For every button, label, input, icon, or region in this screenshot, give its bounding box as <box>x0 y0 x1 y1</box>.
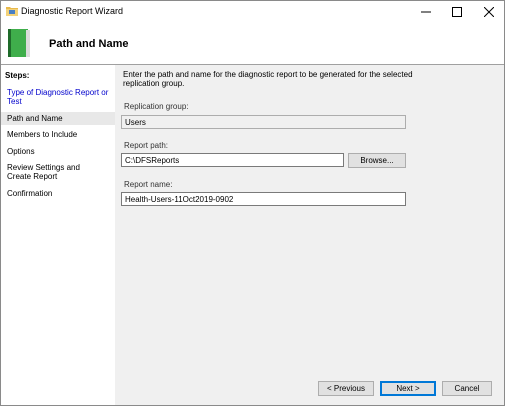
cancel-button[interactable]: Cancel <box>442 381 492 396</box>
replication-group-label: Replication group: <box>124 102 189 111</box>
maximize-button[interactable] <box>442 1 472 22</box>
previous-button[interactable]: < Previous <box>318 381 374 396</box>
replication-group-field: Users <box>121 115 406 129</box>
step-path-and-name: Path and Name <box>1 112 115 125</box>
steps-panel: Steps: Type of Diagnostic Report or Test… <box>1 65 115 405</box>
next-button[interactable]: Next > <box>380 381 436 396</box>
report-name-label: Report name: <box>124 180 173 189</box>
report-name-input[interactable]: Health-Users-11Oct2019-0902 <box>121 192 406 206</box>
report-path-label: Report path: <box>124 141 169 150</box>
minimize-icon <box>421 11 431 12</box>
step-confirmation: Confirmation <box>7 189 53 198</box>
step-members-to-include: Members to Include <box>7 130 78 139</box>
step-type-of-report[interactable]: Type of Diagnostic Report or Test <box>1 88 115 106</box>
folder-app-icon <box>6 7 18 16</box>
report-path-input[interactable]: C:\DFSReports <box>121 153 344 167</box>
wizard-header: Path and Name <box>1 22 504 64</box>
browse-button[interactable]: Browse... <box>348 153 406 168</box>
minimize-button[interactable] <box>411 1 441 22</box>
report-book-icon <box>8 29 30 57</box>
main-panel: Enter the path and name for the diagnost… <box>115 65 504 405</box>
instructions-text: Enter the path and name for the diagnost… <box>123 70 413 88</box>
page-title: Path and Name <box>49 38 129 50</box>
step-options: Options <box>7 147 35 156</box>
maximize-icon <box>452 6 462 17</box>
close-icon <box>484 6 494 17</box>
step-review-settings: Review Settings and Create Report <box>7 163 80 181</box>
steps-heading: Steps: <box>5 71 30 80</box>
title-bar[interactable]: Diagnostic Report Wizard <box>1 1 504 22</box>
window-title: Diagnostic Report Wizard <box>21 6 124 16</box>
diagnostic-report-wizard-window: Diagnostic Report Wizard Path and Name S… <box>0 0 505 406</box>
wizard-body: Steps: Type of Diagnostic Report or Test… <box>1 65 504 405</box>
close-button[interactable] <box>474 1 504 22</box>
